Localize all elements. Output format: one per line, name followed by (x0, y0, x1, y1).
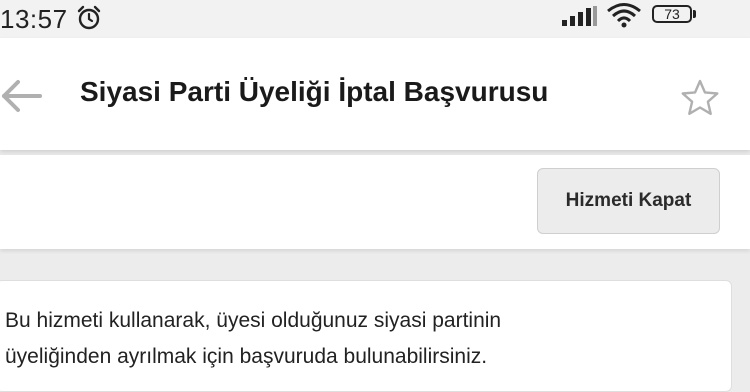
signal-icon (562, 6, 597, 26)
app-header: Siyasi Parti Üyeliği İptal Başvurusu (0, 38, 750, 150)
battery-tip (693, 10, 696, 18)
battery-level: 73 (652, 5, 692, 23)
battery-icon: 73 (652, 5, 698, 25)
status-time: 13:57 (0, 4, 68, 34)
service-description: Bu hizmeti kullanarak, üyesi olduğunuz s… (5, 303, 715, 375)
alarm-icon (77, 5, 101, 30)
page-title: Siyasi Parti Üyeliği İptal Başvurusu (80, 76, 549, 107)
info-card: Bu hizmeti kullanarak, üyesi olduğunuz s… (0, 280, 732, 392)
status-bar: 13:57 73 (0, 0, 750, 38)
action-bar: Hizmeti Kapat (0, 155, 750, 249)
close-service-button[interactable]: Hizmeti Kapat (537, 168, 720, 234)
description-line: Bu hizmeti kullanarak, üyesi olduğunuz s… (5, 309, 502, 332)
wifi-icon (607, 3, 641, 28)
arrow-left-icon[interactable] (0, 74, 44, 118)
star-outline-icon[interactable] (680, 78, 720, 118)
